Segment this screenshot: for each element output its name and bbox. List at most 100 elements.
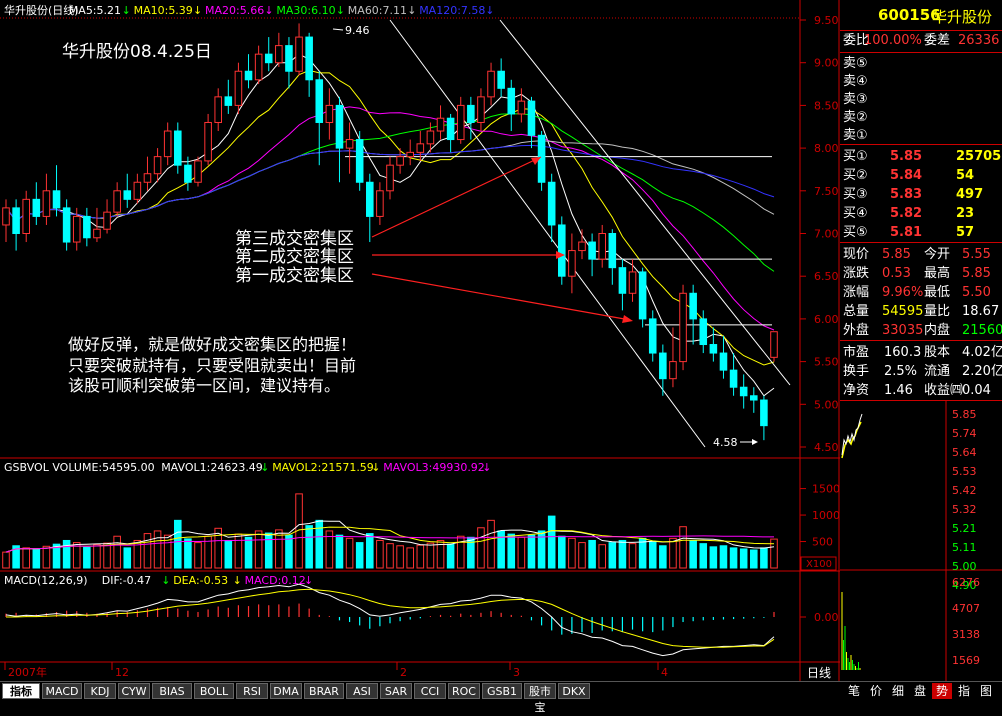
legend-arrow: ↓ bbox=[482, 461, 491, 474]
candle-body bbox=[2, 207, 10, 226]
panel-tab-2[interactable]: 细 bbox=[888, 683, 908, 699]
candle-body bbox=[113, 190, 121, 213]
volume-legend-2: MAVOL2:21571.59 bbox=[272, 461, 374, 474]
volume-bar bbox=[184, 538, 192, 569]
tab-0[interactable]: 指标 bbox=[2, 683, 40, 699]
macd-legend-2: DEA:-0.53 bbox=[173, 574, 228, 587]
candle-body bbox=[689, 292, 697, 320]
candle-body bbox=[366, 181, 374, 217]
sell-label: 卖④ bbox=[843, 74, 868, 89]
buy-volume: 25705 bbox=[956, 149, 1002, 164]
tab-7[interactable]: DMA bbox=[270, 683, 302, 699]
volume-bar bbox=[558, 535, 566, 569]
indicator-tabs: 指标 MACD KDJ CYW BIAS BOLL RSI DMA BRAR ASI SAR CCI R… bbox=[0, 681, 840, 714]
stat-value: 9.96% bbox=[882, 285, 924, 300]
panel-tab-1[interactable]: 价 bbox=[866, 683, 886, 699]
mini-price-label: 5.53 bbox=[952, 465, 977, 478]
panel-tab-4[interactable]: 势 bbox=[932, 683, 952, 699]
volume-bar bbox=[638, 537, 647, 569]
stat-label: 内盘 bbox=[924, 323, 951, 338]
candle-body bbox=[62, 207, 71, 243]
candle-body bbox=[446, 117, 455, 141]
tab-12[interactable]: ROC bbox=[448, 683, 480, 699]
fund-label: 净资 bbox=[843, 383, 870, 398]
candle-body bbox=[204, 121, 212, 162]
buy-volume: 23 bbox=[956, 206, 975, 221]
tab-3[interactable]: CYW bbox=[118, 683, 150, 699]
candle-body bbox=[93, 228, 101, 239]
date-tick-label: 2007年 bbox=[8, 665, 47, 679]
price-legend-0: 华升股份(日线) bbox=[4, 3, 79, 17]
buy-price: 5.83 bbox=[890, 187, 923, 202]
tab-11[interactable]: CCI bbox=[414, 683, 446, 699]
stat-label: 涨跌 bbox=[843, 266, 870, 281]
panel-tab-0[interactable]: 笔 bbox=[844, 683, 864, 699]
intraday-mini-chart[interactable]: 5.855.745.645.535.425.325.215.115.004.90… bbox=[840, 400, 1002, 681]
price-tick-label: 6.00 bbox=[814, 313, 839, 326]
tab-5[interactable]: BOLL bbox=[194, 683, 234, 699]
volume-bar bbox=[174, 519, 182, 569]
tab-14[interactable]: 股市宝 bbox=[524, 683, 556, 714]
volume-bar bbox=[396, 545, 404, 569]
candle-body bbox=[578, 241, 586, 252]
volume-unit-label: X100 bbox=[806, 559, 832, 570]
volume-bar bbox=[719, 545, 728, 569]
tab-13[interactable]: GSB1 bbox=[482, 683, 522, 699]
volume-bar bbox=[527, 534, 536, 569]
candle-body bbox=[305, 36, 313, 81]
candle-body bbox=[719, 352, 728, 371]
buy-row: 买⑤ 5.81 57 bbox=[840, 224, 1002, 242]
candle-body bbox=[194, 160, 202, 183]
candle-body bbox=[709, 344, 718, 354]
tab-4[interactable]: BIAS bbox=[152, 683, 192, 699]
volume-bar bbox=[699, 543, 708, 569]
panel-tab-5[interactable]: 指 bbox=[954, 683, 974, 699]
price-tick-label: 8.50 bbox=[814, 99, 839, 112]
candle-body bbox=[295, 36, 303, 72]
weibi-row: 委比 100.00% 委差 26336 bbox=[840, 32, 1002, 50]
price-legend-1: MA5:5.21 bbox=[69, 4, 121, 17]
buy-label: 买④ bbox=[843, 206, 868, 221]
stat-row: 涨跌 0.53 最高 5.85 bbox=[840, 265, 1002, 283]
stat-row: 涨幅 9.96% 最低 5.50 bbox=[840, 284, 1002, 302]
tab-9[interactable]: ASI bbox=[346, 683, 378, 699]
legend-arrow: ↓ bbox=[161, 574, 170, 587]
candle-body bbox=[750, 395, 758, 401]
candle-body bbox=[133, 181, 142, 200]
panel-tab-6[interactable]: 图 bbox=[976, 683, 996, 699]
candle-body bbox=[234, 70, 243, 106]
candle-body bbox=[436, 117, 445, 132]
sell-label: 卖① bbox=[843, 128, 868, 143]
price-tick-label: 9.00 bbox=[814, 57, 839, 70]
tab-10[interactable]: SAR bbox=[380, 683, 412, 699]
candle-body bbox=[739, 386, 748, 397]
tab-8[interactable]: BRAR bbox=[304, 683, 344, 699]
volume-bar bbox=[669, 537, 677, 569]
tab-2[interactable]: KDJ bbox=[84, 683, 116, 699]
period-label: 日线 bbox=[807, 666, 831, 680]
tab-1[interactable]: MACD bbox=[42, 683, 82, 699]
candle-body bbox=[608, 233, 617, 269]
stat-value: 5.85 bbox=[962, 266, 991, 281]
price-tick-label: 5.50 bbox=[814, 356, 839, 369]
stock-chart[interactable]: 9.50 9.00 8.50 8.00 7.50 7.00 6.50 6.00 5.50 5.00… bbox=[0, 0, 840, 681]
buy-label: 买③ bbox=[843, 187, 868, 202]
legend-arrow: ↓ bbox=[407, 4, 416, 17]
mini-volume-label: 6276 bbox=[952, 576, 980, 589]
fund-row: 净资 1.46 收益㈣ 0.04 bbox=[840, 382, 1002, 400]
volume-bar bbox=[426, 542, 435, 569]
panel-tab-3[interactable]: 盘 bbox=[910, 683, 930, 699]
candle-body bbox=[558, 224, 566, 277]
volume-bar bbox=[477, 527, 485, 569]
tab-6[interactable]: RSI bbox=[236, 683, 268, 699]
note-line-1: 做好反弹，就是做好成交密集区的把握！ bbox=[68, 335, 356, 354]
buy-volume: 57 bbox=[956, 225, 975, 240]
sell-label: 卖③ bbox=[843, 92, 868, 107]
tab-15[interactable]: DKX bbox=[558, 683, 590, 699]
candle-body bbox=[184, 164, 192, 183]
volume-bar bbox=[659, 545, 667, 569]
weibi-value: 100.00% bbox=[864, 33, 922, 48]
stat-label: 总量 bbox=[843, 304, 870, 319]
candle-body bbox=[729, 369, 738, 388]
sell-label: 卖⑤ bbox=[843, 56, 868, 71]
